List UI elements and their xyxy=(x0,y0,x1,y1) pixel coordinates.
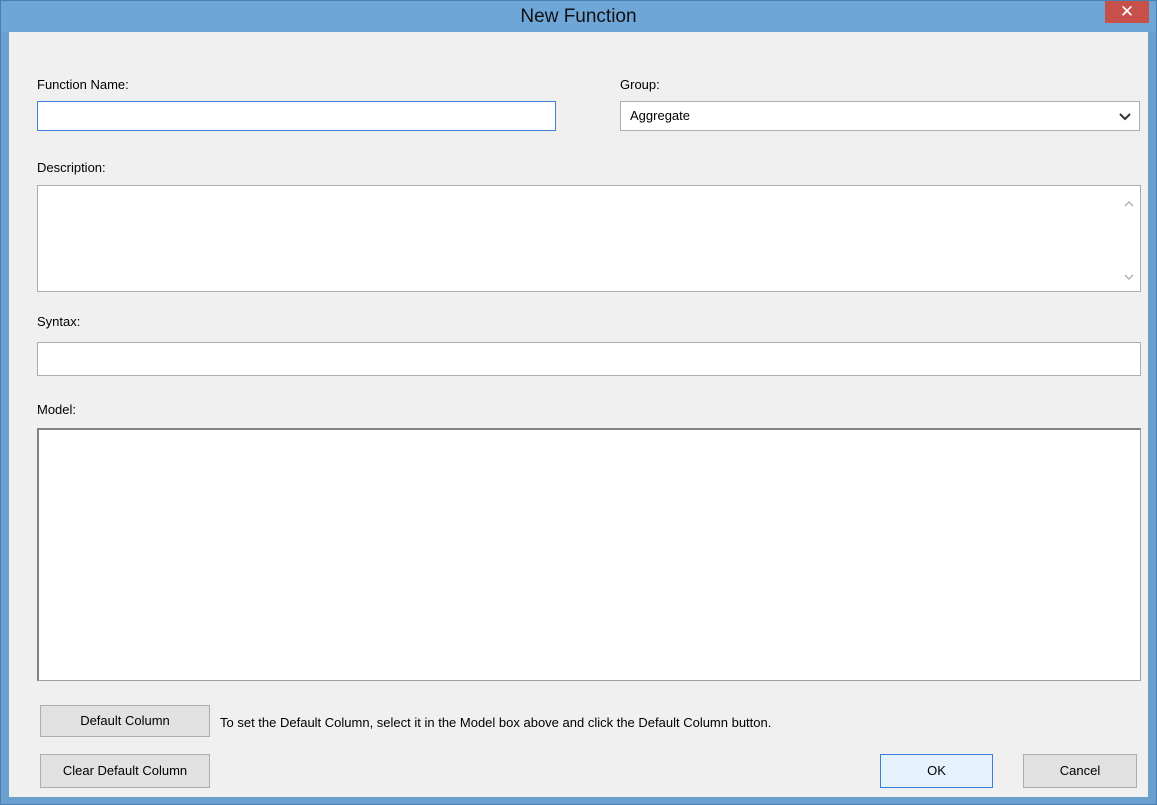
dialog-body: Function Name: Group: Aggregate Descript… xyxy=(9,32,1148,797)
group-select[interactable]: Aggregate xyxy=(620,101,1140,131)
dialog-title: New Function xyxy=(520,6,637,27)
description-label: Description: xyxy=(37,160,106,175)
group-label: Group: xyxy=(620,77,660,92)
ok-button[interactable]: OK xyxy=(880,754,993,788)
description-textarea[interactable] xyxy=(37,185,1141,292)
syntax-input[interactable] xyxy=(37,342,1141,376)
scroll-up-arrow-icon[interactable] xyxy=(1122,198,1136,210)
cancel-button[interactable]: Cancel xyxy=(1023,754,1137,788)
clear-default-column-button[interactable]: Clear Default Column xyxy=(40,754,210,788)
new-function-dialog: New Function ✕ Function Name: Group: Agg… xyxy=(0,0,1157,805)
model-label: Model: xyxy=(37,402,77,417)
function-name-input[interactable] xyxy=(37,101,556,131)
scroll-down-arrow-icon[interactable] xyxy=(1122,271,1136,283)
title-bar[interactable]: New Function ✕ xyxy=(1,1,1156,32)
chevron-down-icon xyxy=(1119,113,1131,121)
default-column-hint: To set the Default Column, select it in … xyxy=(220,715,772,730)
group-selected-value: Aggregate xyxy=(630,108,690,123)
close-icon: ✕ xyxy=(1119,2,1135,21)
function-name-label: Function Name: xyxy=(37,77,129,92)
syntax-label: Syntax: xyxy=(37,314,81,329)
model-textarea[interactable] xyxy=(37,428,1141,681)
close-button[interactable]: ✕ xyxy=(1105,1,1149,23)
default-column-button[interactable]: Default Column xyxy=(40,705,210,737)
